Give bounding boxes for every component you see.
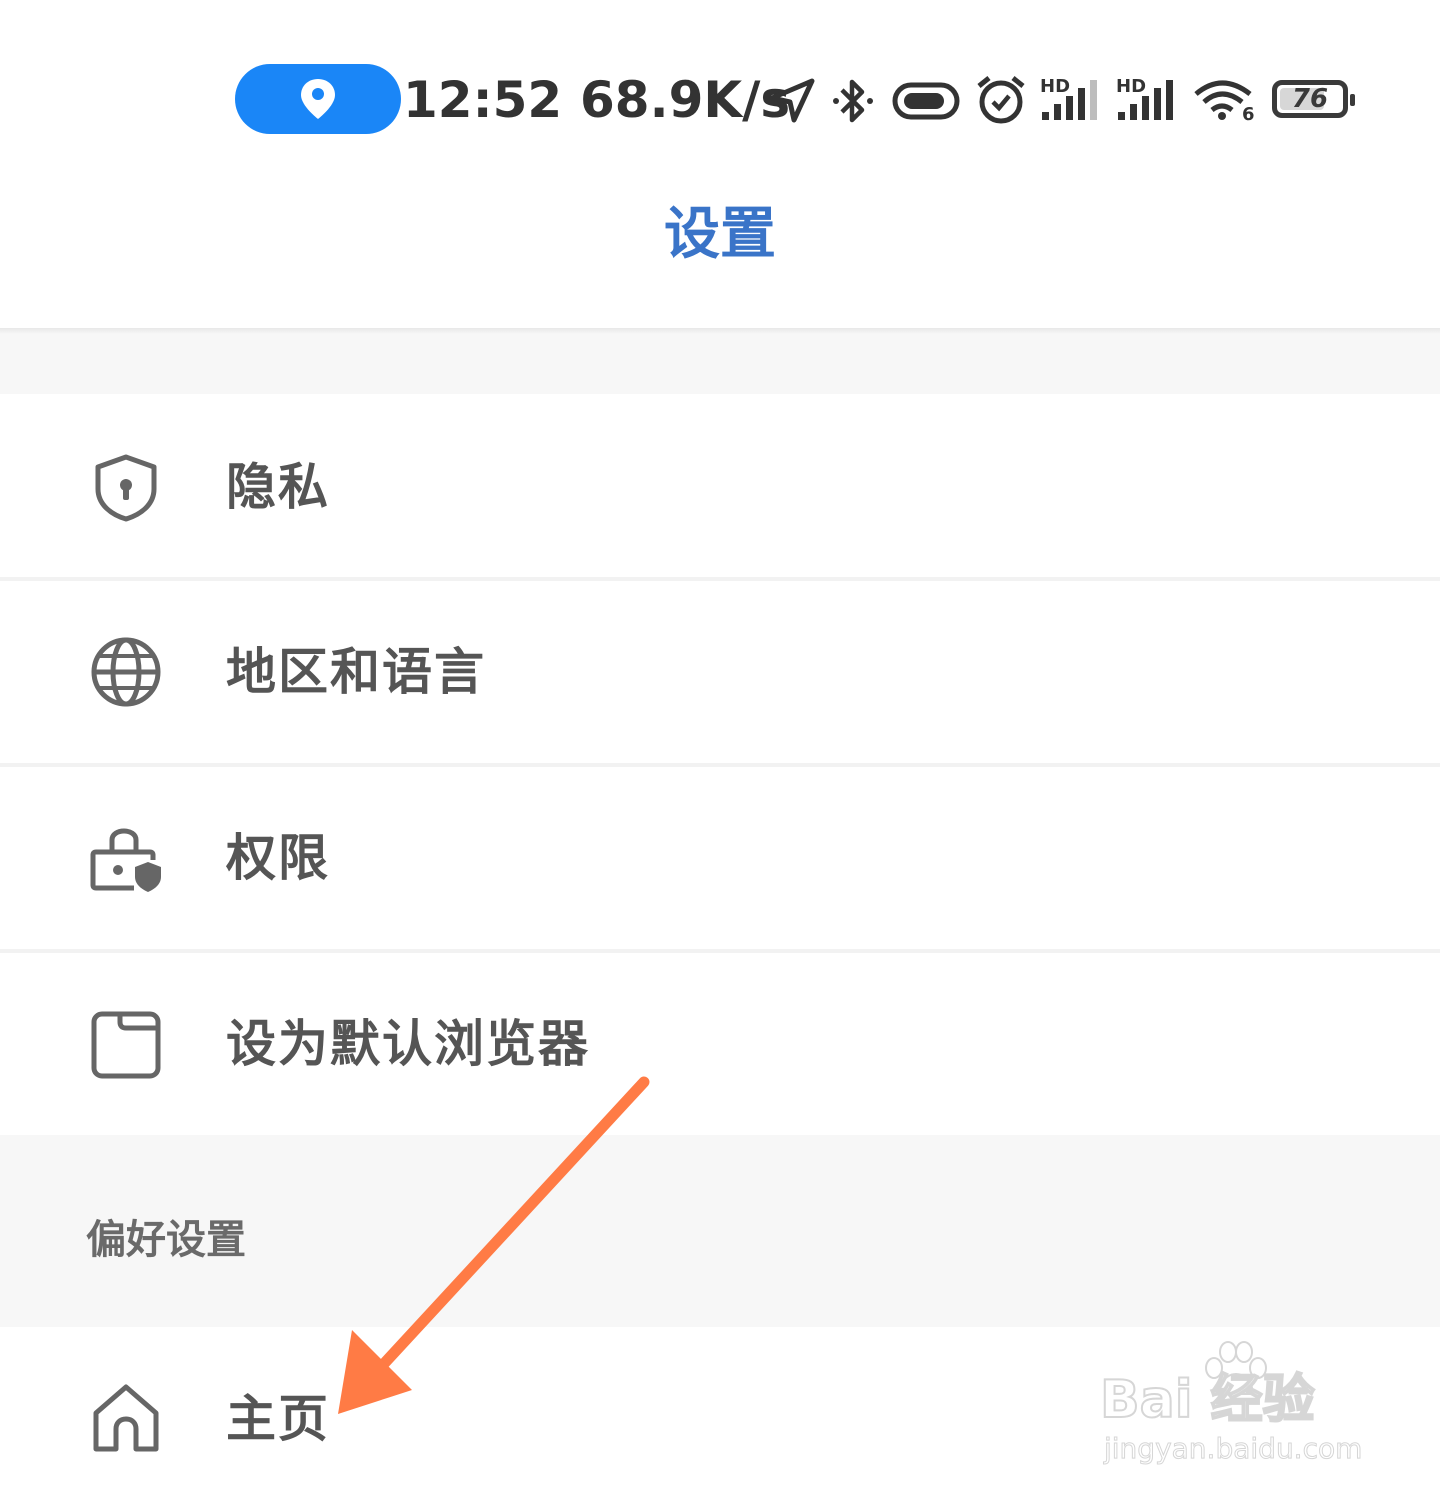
battery-percentage: 76 — [1291, 84, 1329, 114]
watermark-url: jingyan.baidu.com — [1103, 1432, 1363, 1466]
settings-item-privacy[interactable]: 隐私 — [0, 396, 1440, 578]
battery-icon: 76 — [1272, 80, 1355, 118]
settings-item-label: 主页 — [226, 1390, 330, 1448]
section-title-preferences: 偏好设置 — [86, 1217, 246, 1263]
section-gap — [0, 334, 1440, 394]
settings-item-label: 地区和语言 — [226, 643, 486, 701]
settings-item-region-language[interactable]: 地区和语言 — [0, 581, 1440, 763]
browser-window-icon — [91, 1011, 161, 1079]
settings-item-default-browser[interactable]: 设为默认浏览器 — [0, 953, 1440, 1135]
nfc-pill-icon — [892, 82, 960, 120]
network-speed: 68.9K/s — [580, 71, 791, 129]
page-title: 设置 — [664, 202, 776, 267]
alarm-icon — [977, 76, 1025, 124]
hd-signal-icon: HD — [1116, 76, 1178, 122]
bluetooth-icon — [833, 79, 873, 123]
settings-item-permissions[interactable]: 权限 — [0, 767, 1440, 949]
location-indicator[interactable] — [235, 64, 401, 134]
settings-item-label: 权限 — [226, 829, 330, 887]
shield-lock-icon — [95, 454, 157, 522]
status-bar: 12:52 68.9K/s HD HD 6 76 — [0, 0, 1440, 190]
location-pin-icon — [301, 79, 335, 119]
settings-item-label: 隐私 — [226, 458, 330, 516]
status-time: 12:52 — [403, 71, 563, 129]
globe-icon — [91, 637, 161, 707]
home-icon — [93, 1384, 159, 1452]
lock-shield-icon — [90, 828, 161, 892]
wifi-icon: 6 — [1192, 76, 1256, 125]
navigation-arrow-icon — [769, 78, 815, 123]
settings-item-label: 设为默认浏览器 — [226, 1015, 590, 1073]
hd-signal-icon: HD — [1040, 76, 1102, 122]
watermark-brand: Bai 经验 — [1099, 1369, 1316, 1431]
baidu-jingyan-watermark: Bai 经验 jingyan.baidu.com — [1099, 1340, 1370, 1470]
